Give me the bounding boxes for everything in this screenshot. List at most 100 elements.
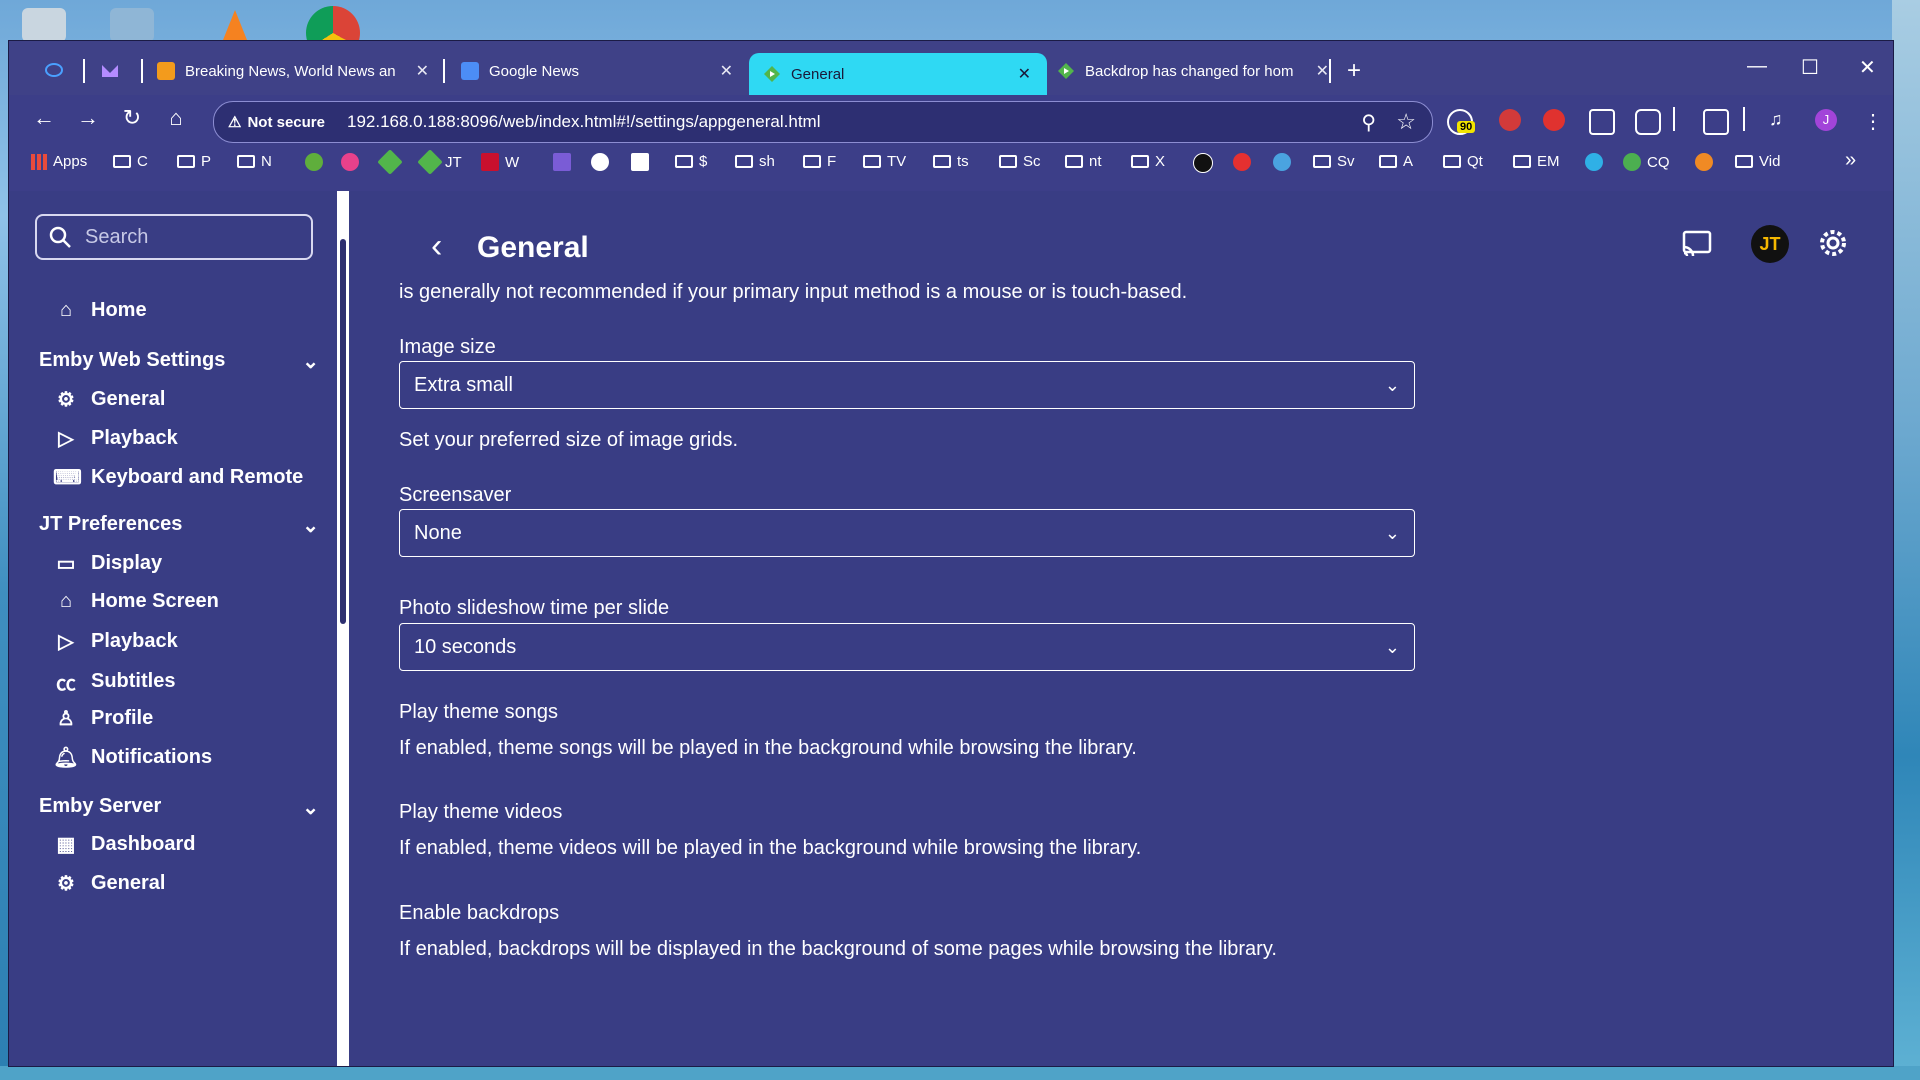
bookmark-folder[interactable]: F — [803, 153, 836, 170]
sidebar-scrollbar-thumb[interactable] — [340, 239, 346, 624]
bookmark-site[interactable] — [377, 149, 403, 175]
reload-icon[interactable]: ↻ — [117, 105, 147, 131]
extension-gear-box-icon[interactable] — [1589, 109, 1615, 135]
search-box[interactable] — [35, 214, 313, 260]
bookmark-site[interactable] — [1273, 153, 1291, 171]
extensions-puzzle-icon[interactable] — [1635, 109, 1661, 135]
bookmark-site[interactable] — [1695, 153, 1713, 171]
recycle-bin-icon[interactable] — [22, 8, 66, 42]
user-avatar[interactable]: JT — [1751, 225, 1789, 263]
bookmark-site[interactable] — [305, 153, 323, 171]
screensaver-select[interactable]: None ⌄ — [399, 509, 1415, 557]
bookmark-folder[interactable]: TV — [863, 153, 906, 170]
cast-icon[interactable] — [1681, 229, 1713, 257]
tab-breaking-news[interactable]: Breaking News, World News and ✕ — [157, 53, 429, 89]
sidebar-item-playback[interactable]: ▷ Playback — [53, 426, 177, 451]
bookmark-folder[interactable]: Qt — [1443, 153, 1483, 170]
bookmark-jt[interactable]: JT — [417, 149, 462, 175]
adblock-icon[interactable] — [1543, 109, 1565, 131]
menu-kebab-icon[interactable]: ⋮ — [1863, 109, 1885, 133]
sidebar-item-keyboard-remote[interactable]: ⌨ Keyboard and Remote — [53, 465, 303, 490]
bookmark-site[interactable] — [631, 153, 649, 171]
section-jt-preferences[interactable]: JT Preferences ⌄ — [39, 513, 319, 538]
bookmark-folder[interactable]: nt — [1065, 153, 1102, 170]
bookmark-folder[interactable]: sh — [735, 153, 775, 170]
bookmark-apps[interactable]: Apps — [31, 153, 87, 170]
backdrops-toggle[interactable]: Enable backdrops — [399, 902, 559, 925]
extension-eyes-icon[interactable] — [1499, 109, 1521, 131]
security-indicator[interactable]: ⚠ Not secure — [228, 113, 325, 132]
sidebar-item-home[interactable]: ⌂ Home — [53, 299, 147, 322]
bookmark-folder[interactable]: $ — [675, 153, 707, 170]
maximize-icon[interactable]: ☐ — [1801, 55, 1819, 80]
bookmark-folder[interactable]: Sc — [999, 153, 1041, 170]
sidebar-item-general[interactable]: ⚙ General — [53, 387, 165, 412]
pinned-tab-mail[interactable] — [101, 53, 129, 89]
sidebar-item-dashboard[interactable]: ▦ Dashboard — [53, 832, 196, 857]
bookmarks-overflow-button[interactable]: » — [1845, 149, 1856, 172]
sidebar-item-profile[interactable]: ♙ Profile — [53, 706, 153, 731]
keyboard-icon: ⌨ — [53, 467, 82, 489]
section-emby-server[interactable]: Emby Server ⌄ — [39, 795, 319, 820]
bookmark-site[interactable] — [1193, 153, 1213, 173]
tab-general-active[interactable]: General ✕ — [749, 53, 1047, 95]
address-bar[interactable]: ⚠ Not secure 192.168.0.188:8096/web/inde… — [213, 101, 1433, 143]
media-control-icon[interactable]: ♫ — [1769, 109, 1791, 131]
tab-google-news[interactable]: Google News ✕ — [461, 53, 733, 89]
back-arrow-icon[interactable]: ‹ — [431, 227, 442, 266]
forward-icon[interactable]: → — [73, 105, 103, 131]
sidebar-item-display[interactable]: ▭ Display — [53, 551, 163, 576]
bookmark-site[interactable] — [1585, 153, 1603, 171]
bookmark-folder[interactable]: ts — [933, 153, 969, 170]
bookmark-site[interactable] — [591, 153, 609, 171]
close-tab-icon[interactable]: ✕ — [720, 61, 733, 81]
bookmark-site[interactable] — [553, 153, 571, 171]
bookmark-folder[interactable]: Sv — [1313, 153, 1355, 170]
sidebar-item-server-general[interactable]: ⚙ General — [53, 871, 165, 896]
back-icon[interactable]: ← — [29, 105, 59, 131]
close-tab-icon[interactable]: ✕ — [416, 61, 429, 81]
emby-page: ⌂ Home Emby Web Settings ⌄ ⚙ General ▷ P… — [9, 191, 1893, 1066]
zoom-icon[interactable]: ⚲ — [1361, 110, 1376, 135]
sidebar-item-subtitles[interactable]: ㏄ Subtitles — [53, 667, 175, 696]
theme-songs-toggle[interactable]: Play theme songs — [399, 701, 558, 724]
search-input[interactable] — [83, 224, 297, 250]
section-emby-web-settings[interactable]: Emby Web Settings ⌄ — [39, 349, 319, 374]
bookmark-folder[interactable]: A — [1379, 153, 1413, 170]
bookmark-folder[interactable]: EM — [1513, 153, 1560, 170]
tab-search-icon[interactable] — [1703, 109, 1729, 135]
settings-gear-icon[interactable] — [1817, 227, 1849, 259]
bookmark-folder[interactable]: C — [113, 153, 148, 170]
bookmark-cq[interactable]: CQ — [1623, 153, 1670, 171]
bookmark-folder[interactable]: X — [1131, 153, 1165, 170]
close-window-icon[interactable]: ✕ — [1859, 55, 1876, 80]
sidebar-item-label: Subtitles — [91, 670, 176, 692]
bookmark-w[interactable]: W — [481, 153, 519, 171]
extension-counter-icon[interactable]: 90 — [1447, 109, 1476, 135]
url-text[interactable]: 192.168.0.188:8096/web/index.html#!/sett… — [347, 112, 821, 132]
profile-avatar[interactable]: J — [1815, 109, 1837, 131]
theme-videos-toggle[interactable]: Play theme videos — [399, 801, 562, 824]
folder-icon — [1443, 155, 1461, 168]
close-tab-icon[interactable]: ✕ — [1316, 61, 1329, 81]
image-file-icon[interactable] — [110, 8, 154, 42]
sidebar-item-playback-pref[interactable]: ▷ Playback — [53, 629, 177, 654]
home-icon[interactable]: ⌂ — [161, 105, 191, 131]
bookmark-folder[interactable]: Vid — [1735, 153, 1780, 170]
bookmark-site[interactable] — [1233, 153, 1251, 171]
bookmark-folder[interactable]: N — [237, 153, 272, 170]
vlc-icon[interactable] — [220, 8, 264, 42]
bookmark-folder[interactable]: P — [177, 153, 211, 170]
slideshow-select[interactable]: 10 seconds ⌄ — [399, 623, 1415, 671]
minimize-icon[interactable]: — — [1747, 55, 1767, 78]
tab-title: Breaking News, World News and — [185, 62, 395, 80]
close-tab-icon[interactable]: ✕ — [1018, 64, 1031, 84]
tab-backdrop[interactable]: Backdrop has changed for hom ✕ — [1057, 53, 1329, 89]
new-tab-button[interactable]: + — [1347, 53, 1361, 89]
pinned-tab-chat[interactable] — [45, 53, 73, 89]
sidebar-item-home-screen[interactable]: ⌂ Home Screen — [53, 590, 219, 613]
image-size-select[interactable]: Extra small ⌄ — [399, 361, 1415, 409]
bookmark-star-icon[interactable]: ☆ — [1396, 109, 1416, 135]
bookmark-site[interactable] — [341, 153, 359, 171]
sidebar-item-notifications[interactable]: 🔔︎ Notifications — [53, 745, 212, 770]
